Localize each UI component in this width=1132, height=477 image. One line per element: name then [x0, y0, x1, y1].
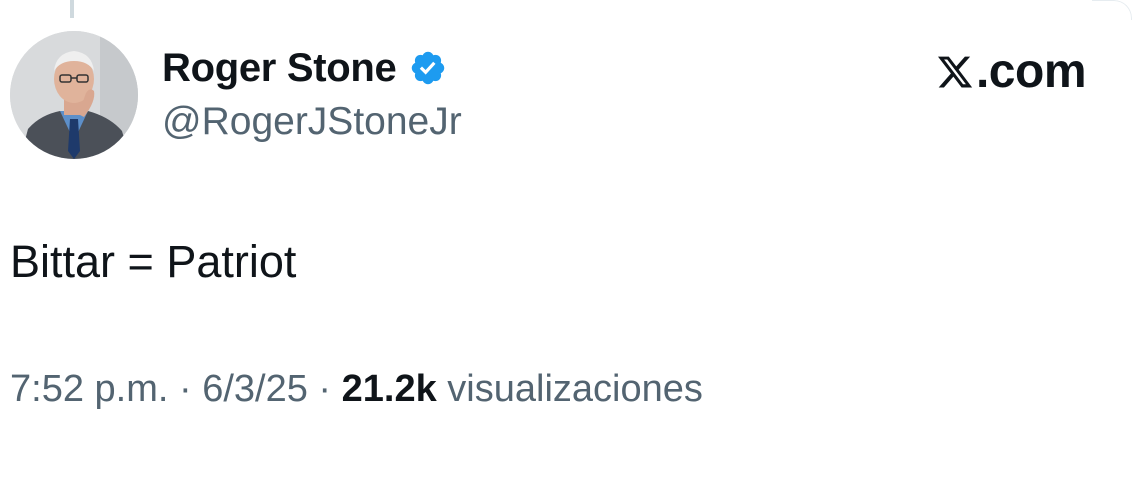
author-handle[interactable]: @RogerJStoneJr — [162, 100, 462, 144]
tweet-card: Roger Stone @RogerJStoneJr .com Bittar =… — [0, 0, 1132, 477]
meta-separator: · — [307, 368, 342, 410]
author-display-name[interactable]: Roger Stone — [162, 46, 397, 91]
brand-domain-text: .com — [975, 45, 1087, 98]
verified-badge-icon[interactable] — [409, 49, 447, 87]
views-count: 21.2k — [341, 368, 437, 410]
card-border — [1092, 0, 1132, 20]
avatar[interactable] — [10, 31, 138, 159]
tweet-date[interactable]: 6/3/25 — [202, 368, 308, 410]
x-logo-icon — [937, 56, 973, 87]
author-name-row[interactable]: Roger Stone — [162, 44, 447, 92]
tweet-body-text: Bittar = Patriot — [10, 236, 297, 287]
views-label: visualizaciones — [447, 368, 703, 410]
brand-logo: .com — [936, 44, 1087, 99]
meta-separator: · — [168, 368, 203, 410]
profile-photo-icon — [10, 31, 138, 159]
tweet-time[interactable]: 7:52 p.m. — [10, 368, 168, 410]
tweet-metadata: 7:52 p.m. · 6/3/25 · 21.2k visualizacion… — [10, 368, 703, 411]
thread-connector-line — [70, 0, 74, 18]
